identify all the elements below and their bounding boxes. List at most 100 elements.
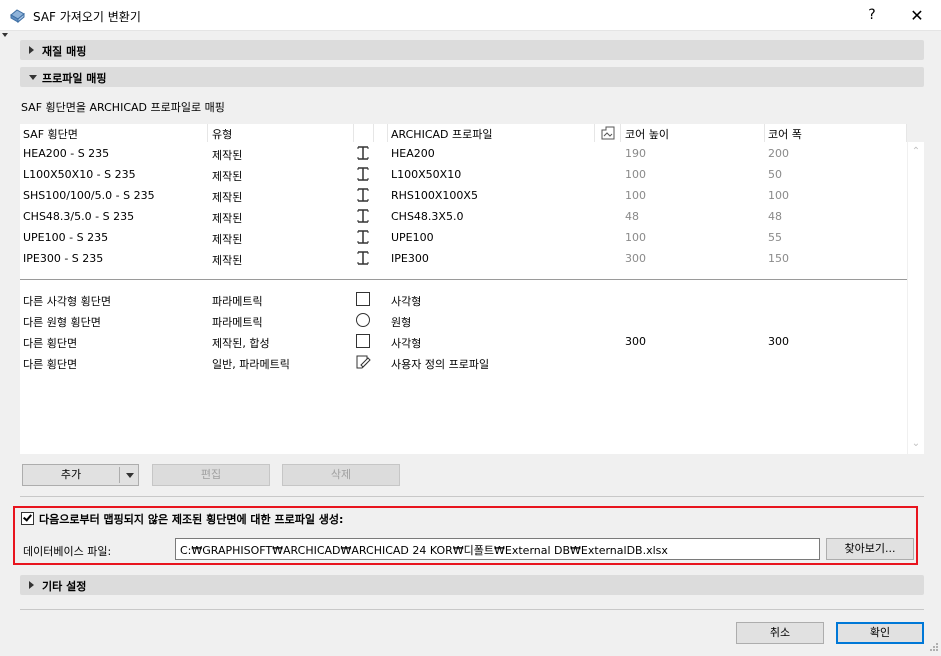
browse-button[interactable]: 찾아보기... <box>826 538 914 560</box>
table-row[interactable]: 다른 원형 횡단면 파라메트릭 원형 <box>20 310 907 331</box>
type-cell: 파라메트릭 <box>212 316 263 329</box>
saf-section-cell: UPE100 - S 235 <box>23 231 109 244</box>
table-row[interactable]: HEA200 - S 235 제작된 HEA200 190 200 <box>20 143 907 164</box>
type-cell: 제작된 <box>212 149 243 162</box>
table-row[interactable]: 다른 사각형 횡단면 파라메트릭 사각형 <box>20 289 907 310</box>
i-beam-icon <box>355 250 371 266</box>
header-core-height[interactable]: 코어 높이 <box>625 126 669 142</box>
add-button-label: 추가 <box>60 468 82 481</box>
table-row[interactable]: UPE100 - S 235 제작된 UPE100 100 55 <box>20 227 907 248</box>
i-beam-icon <box>355 145 371 161</box>
profile-mapping-section[interactable]: 프로파일 매핑 <box>20 67 924 87</box>
divider <box>20 609 924 610</box>
rectangle-icon <box>355 333 371 349</box>
type-cell: 제작된 <box>212 212 243 225</box>
saf-section-cell: L100X50X10 - S 235 <box>23 168 136 181</box>
header-archicad-profile[interactable]: ARCHICAD 프로파일 <box>391 126 492 142</box>
section-label: 프로파일 매핑 <box>42 72 107 85</box>
header-saf-section[interactable]: SAF 횡단면 <box>23 126 78 142</box>
type-cell: 일반, 파라메트릭 <box>212 358 290 371</box>
type-cell: 제작된 <box>212 254 243 267</box>
i-beam-icon <box>355 208 371 224</box>
table-scrollbar[interactable]: ⌃ ⌄ <box>908 142 924 454</box>
archicad-profile-cell: L100X50X10 <box>391 168 462 181</box>
core-width-cell: 150 <box>768 252 789 265</box>
delete-button[interactable]: 삭제 <box>282 464 400 486</box>
app-icon <box>10 9 25 24</box>
type-cell: 제작된 <box>212 233 243 246</box>
database-file-path-field[interactable]: C:₩GRAPHISOFT₩ARCHICAD₩ARCHICAD 24 KOR₩디… <box>175 538 820 560</box>
scroll-down-icon[interactable]: ⌄ <box>911 439 921 449</box>
core-height-cell: 300 <box>625 335 646 348</box>
table-row[interactable]: 다른 횡단면 일반, 파라메트릭 사용자 정의 프로파일 <box>20 352 907 373</box>
saf-section-cell: 다른 사각형 횡단면 <box>23 295 111 308</box>
custom-profile-icon <box>355 354 371 370</box>
rectangle-icon <box>355 291 371 307</box>
cancel-button[interactable]: 취소 <box>736 622 824 644</box>
core-height-cell: 300 <box>625 252 646 265</box>
add-button[interactable]: 추가 <box>22 464 139 486</box>
material-mapping-section[interactable]: 재질 매핑 <box>20 40 924 60</box>
profile-mapping-table: SAF 횡단면 유형 ARCHICAD 프로파일 코어 높이 코어 폭 HEA2… <box>20 124 907 454</box>
type-cell: 제작된 <box>212 191 243 204</box>
saf-section-cell: 다른 횡단면 <box>23 358 78 371</box>
expand-arrow-icon <box>29 581 34 589</box>
core-width-cell: 50 <box>768 168 782 181</box>
ok-button[interactable]: 확인 <box>836 622 924 644</box>
chevron-down-icon[interactable] <box>126 473 134 478</box>
saf-section-cell: 다른 횡단면 <box>23 337 78 350</box>
circle-icon <box>355 312 371 328</box>
database-file-label: 데이터베이스 파일: <box>23 545 112 558</box>
table-row[interactable]: L100X50X10 - S 235 제작된 L100X50X10 100 50 <box>20 164 907 185</box>
other-settings-section[interactable]: 기타 설정 <box>20 575 924 595</box>
scroll-up-icon[interactable]: ⌃ <box>911 147 921 157</box>
core-width-cell: 200 <box>768 147 789 160</box>
generate-profiles-label[interactable]: 다음으로부터 맵핑되지 않은 제조된 횡단면에 대한 프로파일 생성: <box>39 511 343 527</box>
core-height-cell: 100 <box>625 189 646 202</box>
type-cell: 제작된 <box>212 170 243 183</box>
checkmark-icon <box>23 512 32 522</box>
resize-grip-icon[interactable] <box>927 640 939 654</box>
archicad-profile-cell: IPE300 <box>391 252 429 265</box>
table-separator <box>20 279 907 280</box>
expand-arrow-icon <box>29 46 34 54</box>
collapse-indicator-icon <box>2 33 8 37</box>
close-button[interactable]: ✕ <box>897 0 937 31</box>
archicad-profile-cell: 사각형 <box>391 295 422 308</box>
core-width-cell: 55 <box>768 231 782 244</box>
archicad-profile-cell: UPE100 <box>391 231 434 244</box>
table-row[interactable]: SHS100/100/5.0 - S 235 제작된 RHS100X100X5 100… <box>20 185 907 206</box>
table-row[interactable]: 다른 횡단면 제작된, 합성 사각형 300 300 <box>20 331 907 352</box>
table-row[interactable]: IPE300 - S 235 제작된 IPE300 300 150 <box>20 248 907 269</box>
core-height-cell: 190 <box>625 147 646 160</box>
core-height-cell: 100 <box>625 168 646 181</box>
archicad-profile-cell: HEA200 <box>391 147 435 160</box>
i-beam-icon <box>355 229 371 245</box>
type-cell: 제작된, 합성 <box>212 337 270 350</box>
table-row[interactable]: CHS48.3/5.0 - S 235 제작된 CHS48.3X5.0 48 48 <box>20 206 907 227</box>
type-cell: 파라메트릭 <box>212 295 263 308</box>
edit-button[interactable]: 편집 <box>152 464 270 486</box>
core-width-cell: 300 <box>768 335 789 348</box>
core-height-cell: 48 <box>625 210 639 223</box>
saf-section-cell: SHS100/100/5.0 - S 235 <box>23 189 155 202</box>
section-label: 재질 매핑 <box>42 45 87 58</box>
core-width-cell: 48 <box>768 210 782 223</box>
saf-section-cell: HEA200 - S 235 <box>23 147 110 160</box>
title-bar: SAF 가져오기 변환기 ? ✕ <box>0 0 941 31</box>
i-beam-icon <box>355 166 371 182</box>
archicad-profile-cell: CHS48.3X5.0 <box>391 210 464 223</box>
section-label: 기타 설정 <box>42 580 87 593</box>
header-core-width[interactable]: 코어 폭 <box>768 126 802 142</box>
help-button[interactable]: ? <box>852 0 892 31</box>
saf-section-cell: CHS48.3/5.0 - S 235 <box>23 210 135 223</box>
profile-mapping-subtitle: SAF 횡단면을 ARCHICAD 프로파일로 매핑 <box>21 101 225 114</box>
archicad-profile-cell: 원형 <box>391 316 412 329</box>
collapse-arrow-icon <box>29 75 37 80</box>
window-title: SAF 가져오기 변환기 <box>33 10 141 24</box>
generate-profiles-checkbox[interactable] <box>21 512 34 525</box>
divider <box>20 496 924 497</box>
saf-section-cell: 다른 원형 횡단면 <box>23 316 101 329</box>
archicad-profile-cell: 사용자 정의 프로파일 <box>391 358 490 371</box>
header-type[interactable]: 유형 <box>212 126 232 142</box>
